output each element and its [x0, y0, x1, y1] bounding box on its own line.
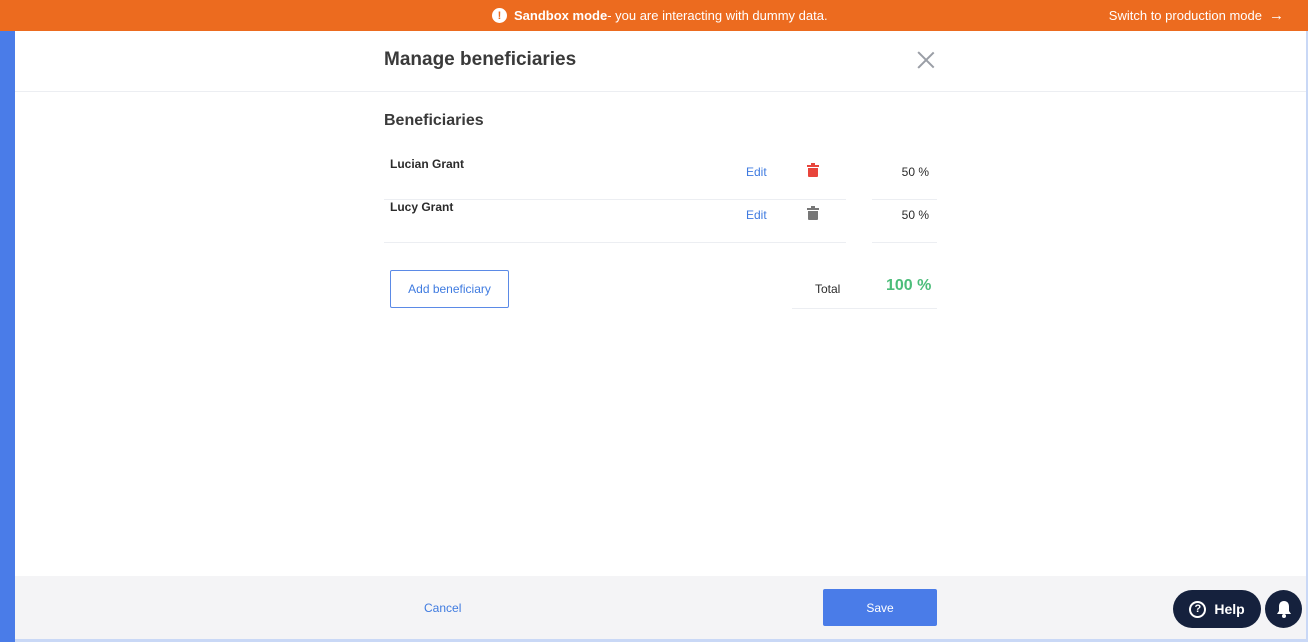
beneficiary-row: Lucian Grant Edit 50 % — [384, 157, 937, 200]
percent-divider — [872, 242, 937, 243]
row-divider — [384, 242, 846, 243]
add-beneficiary-button[interactable]: Add beneficiary — [390, 270, 509, 308]
beneficiary-row: Lucy Grant Edit 50 % — [384, 200, 937, 243]
beneficiary-percent: 50 % — [901, 208, 929, 222]
save-button[interactable]: Save — [823, 589, 937, 626]
sandbox-message-text: - you are interacting with dummy data. — [607, 8, 828, 23]
switch-production-label: Switch to production mode — [1108, 8, 1262, 23]
section-title: Beneficiaries — [384, 112, 484, 129]
switch-production-link[interactable]: Switch to production mode → — [1109, 8, 1284, 23]
beneficiary-percent: 50 % — [901, 165, 929, 179]
question-circle-icon: ? — [1189, 600, 1207, 618]
cancel-button[interactable]: Cancel — [424, 601, 461, 615]
close-icon[interactable] — [917, 51, 935, 69]
trash-icon[interactable] — [807, 206, 819, 220]
modal-title: Manage beneficiaries — [384, 49, 577, 70]
modal-header: Manage beneficiaries — [15, 31, 1306, 92]
help-label: Help — [1214, 601, 1245, 617]
trash-icon[interactable] — [807, 163, 819, 177]
total-value: 100 % — [886, 277, 932, 294]
arrow-right-icon: → — [1269, 7, 1284, 24]
left-accent-bar — [0, 31, 15, 642]
sandbox-banner: ! Sandbox mode - you are interacting wit… — [0, 0, 1308, 31]
notifications-button[interactable] — [1265, 590, 1302, 628]
beneficiary-name: Lucian Grant — [390, 157, 465, 171]
help-button[interactable]: ? Help — [1173, 590, 1261, 628]
exclamation-circle-icon: ! — [492, 8, 507, 23]
sandbox-message: ! Sandbox mode - you are interacting wit… — [492, 8, 828, 23]
edit-beneficiary-button[interactable]: Edit — [746, 165, 767, 179]
total-divider — [792, 308, 937, 309]
modal-footer — [15, 576, 1306, 639]
total-label: Total — [815, 282, 841, 296]
sandbox-mode-label: Sandbox mode — [514, 8, 608, 23]
edit-beneficiary-button[interactable]: Edit — [746, 208, 767, 222]
bell-icon — [1276, 601, 1291, 618]
beneficiary-name: Lucy Grant — [390, 200, 454, 214]
